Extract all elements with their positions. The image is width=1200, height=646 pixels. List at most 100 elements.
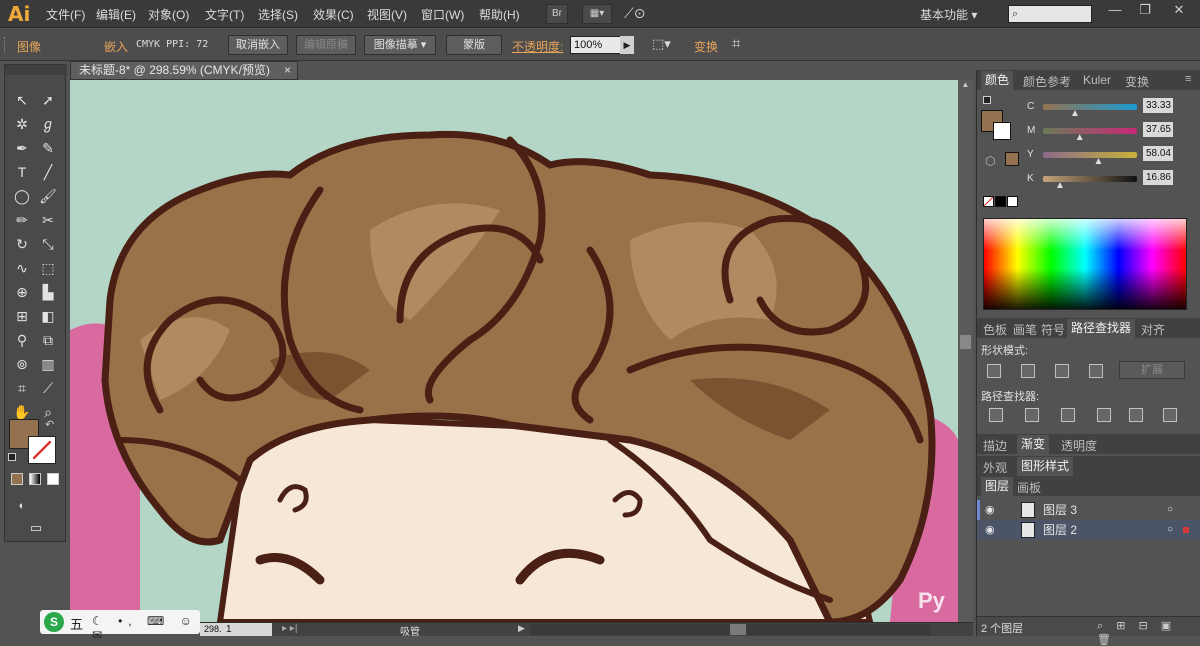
layer-row[interactable]: ◉ 图层 2 ○ (977, 520, 1200, 540)
ellipse-tool-icon[interactable]: ◯ (11, 185, 33, 207)
default-colors-icon[interactable] (8, 453, 16, 461)
menu-file[interactable]: 文件(F) (46, 6, 85, 23)
tab-color-guide[interactable]: 颜色参考 (1023, 73, 1071, 90)
intersect-icon[interactable] (1055, 364, 1069, 378)
menu-object[interactable]: 对象(O) (148, 6, 189, 23)
default-fill-stroke-icon[interactable] (983, 96, 991, 104)
magic-wand-tool-icon[interactable]: ✲ (11, 113, 33, 135)
tab-transparency[interactable]: 透明度 (1061, 437, 1097, 454)
pen-tool-icon[interactable]: ✒ (11, 137, 33, 159)
channel-y-slider[interactable] (1043, 152, 1137, 158)
tab-align[interactable]: 对齐 (1141, 321, 1165, 338)
color-mode-icon[interactable] (11, 473, 23, 485)
free-transform-tool-icon[interactable]: ⬚ (37, 257, 59, 279)
edit-original-button[interactable]: 编辑原稿 (296, 35, 356, 55)
scissors-tool-icon[interactable]: ✂ (37, 209, 59, 231)
menu-view[interactable]: 视图(V) (367, 6, 407, 23)
channel-c-slider[interactable] (1043, 104, 1137, 110)
minimize-button[interactable]: — (1100, 2, 1130, 17)
status-menu-arrow-icon[interactable]: ▶ (518, 623, 525, 634)
menu-select[interactable]: 选择(S) (258, 6, 298, 23)
layer-row[interactable]: ◉ 图层 3 ○ (977, 500, 1200, 520)
layer-selection-indicator[interactable] (1183, 527, 1189, 533)
live-paint-tool-icon[interactable]: ▙ (37, 281, 59, 303)
blend-tool-icon[interactable]: ⧉ (37, 329, 59, 351)
channel-m-value[interactable]: 37.65 (1143, 122, 1173, 137)
black-swatch[interactable] (995, 196, 1006, 207)
tab-stroke[interactable]: 描边 (983, 437, 1007, 454)
selection-tool-icon[interactable]: ↖ (11, 89, 33, 111)
gradient-tool-icon[interactable]: ◧ (37, 305, 59, 327)
unembed-button[interactable]: 取消嵌入 (228, 35, 288, 55)
ime-mode-label[interactable]: 五 (70, 614, 83, 633)
gpu-performance-icon[interactable]: ⟋⊙ (624, 5, 646, 22)
artboard-tool-icon[interactable]: ⌗ (11, 377, 33, 399)
curvature-tool-icon[interactable]: ✎ (37, 137, 59, 159)
tab-appearance[interactable]: 外观 (983, 459, 1007, 476)
symbol-sprayer-tool-icon[interactable]: ⊚ (11, 353, 33, 375)
document-tab[interactable]: 未标题-8* @ 298.59% (CMYK/预览) × (70, 61, 298, 80)
transform-label[interactable]: 变换 (694, 38, 718, 55)
crop-icon[interactable] (1097, 408, 1111, 422)
shape-builder-tool-icon[interactable]: ⊕ (11, 281, 33, 303)
close-tab-icon[interactable]: × (284, 62, 291, 79)
isolate-object-icon[interactable]: ⌗ (732, 35, 740, 52)
tab-kuler[interactable]: Kuler (1083, 73, 1111, 87)
tab-color[interactable]: 颜色 (981, 71, 1014, 90)
warp-tool-icon[interactable]: ∿ (11, 257, 33, 279)
channel-m-thumb[interactable]: ▲ (1075, 132, 1085, 143)
panel-stroke-swatch[interactable] (993, 122, 1011, 140)
gradient-mode-icon[interactable] (29, 473, 41, 485)
unite-icon[interactable] (987, 364, 1001, 378)
column-graph-tool-icon[interactable]: ▥ (37, 353, 59, 375)
color-spectrum[interactable] (983, 218, 1187, 310)
help-search-input[interactable]: ⌕ (1008, 5, 1092, 23)
menu-effect[interactable]: 效果(C) (313, 6, 354, 23)
swap-fill-stroke-icon[interactable]: ↶ (45, 418, 54, 431)
tab-symbols[interactable]: 符号 (1041, 321, 1065, 338)
divide-icon[interactable] (989, 408, 1003, 422)
layer-target-icon[interactable]: ○ (1167, 520, 1173, 540)
merge-icon[interactable] (1061, 408, 1075, 422)
tab-graphic-styles[interactable]: 图形样式 (1017, 457, 1074, 476)
tab-pathfinder[interactable]: 路径查找器 (1067, 319, 1136, 338)
screen-mode-icon[interactable]: ▭ (25, 517, 47, 539)
outline-icon[interactable] (1129, 408, 1143, 422)
mesh-tool-icon[interactable]: ⊞ (11, 305, 33, 327)
slice-tool-icon[interactable]: ⟋ (37, 377, 59, 399)
eyedropper-tool-icon[interactable]: ⚲ (11, 329, 33, 351)
opacity-label[interactable]: 不透明度: (512, 38, 563, 55)
layer-target-icon[interactable]: ○ (1167, 500, 1173, 520)
artboard-canvas[interactable]: Py (70, 80, 958, 622)
pencil-tool-icon[interactable]: ✏ (11, 209, 33, 231)
lasso-tool-icon[interactable]: ℊ (37, 113, 59, 135)
close-window-button[interactable]: ✕ (1164, 2, 1194, 18)
last-color-swatch[interactable] (1005, 152, 1019, 166)
layer-name[interactable]: 图层 2 (1043, 520, 1077, 540)
tab-layers[interactable]: 图层 (981, 477, 1014, 496)
trim-icon[interactable] (1025, 408, 1039, 422)
white-swatch[interactable] (1007, 196, 1018, 207)
layer-action-icons[interactable]: ⌕ ⊞ ⊟ ▣ 🗑 (1097, 619, 1200, 646)
rotate-tool-icon[interactable]: ↻ (11, 233, 33, 255)
tab-gradient[interactable]: 渐变 (1017, 435, 1050, 454)
none-swatch[interactable] (983, 196, 994, 207)
panel-menu-icon[interactable]: ≡ (1185, 73, 1191, 85)
channel-k-value[interactable]: 16.86 (1143, 170, 1173, 185)
menu-window[interactable]: 窗口(W) (421, 6, 464, 23)
mask-button[interactable]: 蒙版 (446, 35, 502, 55)
minus-front-icon[interactable] (1021, 364, 1035, 378)
expand-button[interactable]: 扩展 (1119, 361, 1185, 379)
grip-icon[interactable] (4, 37, 8, 53)
visibility-eye-icon[interactable]: ◉ (985, 520, 995, 540)
channel-m-slider[interactable] (1043, 128, 1137, 134)
image-trace-button[interactable]: 图像描摹 ▾ (364, 35, 436, 55)
ime-toolbar[interactable]: S 五 ☾ •, ⌨ ☺ ✉ (40, 610, 200, 642)
channel-k-thumb[interactable]: ▲ (1055, 180, 1065, 191)
direct-selection-tool-icon[interactable]: ➚ (37, 89, 59, 111)
visibility-eye-icon[interactable]: ◉ (985, 500, 995, 520)
menu-type[interactable]: 文字(T) (205, 6, 244, 23)
horizontal-scrollbar[interactable] (530, 624, 930, 635)
type-tool-icon[interactable]: T (11, 161, 33, 183)
ime-tool-icons[interactable]: ☾ •, ⌨ ☺ ✉ (92, 614, 200, 642)
